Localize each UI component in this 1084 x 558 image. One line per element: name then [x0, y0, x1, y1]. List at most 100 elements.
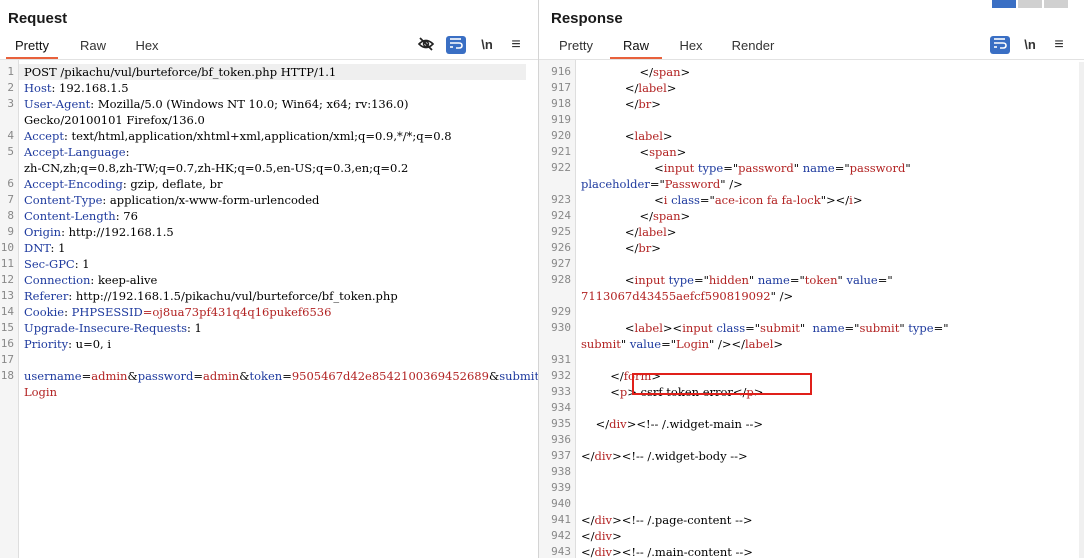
- code-token: zh-CN,zh;q=0.8,zh-TW;q=0.7,zh-HK;q=0.5,e…: [24, 161, 409, 175]
- code-token: =": [649, 177, 665, 191]
- code-token: :: [64, 305, 72, 319]
- layout-button-3[interactable]: [1044, 0, 1068, 8]
- menu-icon[interactable]: ≡: [506, 36, 526, 54]
- code-token: Accept: [24, 129, 64, 143]
- code-line: POST /pikachu/vul/burteforce/bf_token.ph…: [24, 64, 336, 80]
- code-token: =": [933, 321, 949, 335]
- code-token: : keep-alive: [90, 273, 158, 287]
- code-token: >: [773, 337, 784, 351]
- line-number: 7: [7, 193, 14, 206]
- code-token: &: [239, 369, 250, 383]
- line-number: 8: [7, 209, 14, 222]
- code-token: span: [649, 145, 677, 159]
- line-number: 2: [7, 81, 14, 94]
- tab-raw[interactable]: Raw: [610, 37, 662, 60]
- layout-button-1[interactable]: [992, 0, 1016, 8]
- tab-raw[interactable]: Raw: [76, 37, 110, 57]
- code-token: =oj8ua73pf431q4q16pukef6536: [142, 305, 332, 319]
- code-token: admin: [203, 369, 240, 383]
- line-number: 934: [551, 401, 571, 414]
- vertical-scrollbar[interactable]: [1079, 62, 1084, 558]
- code-token: input: [682, 321, 713, 335]
- code-token: : http://192.168.1.5: [61, 225, 174, 239]
- code-line: submit" value="Login" /></label>: [581, 336, 783, 352]
- code-token: div: [594, 513, 613, 527]
- code-token: =": [834, 161, 850, 175]
- code-token: :: [125, 145, 130, 159]
- code-token: Origin: [24, 225, 62, 239]
- line-number: 11: [0, 257, 14, 270]
- code-line: </div><!-- /.widget-body -->: [581, 448, 748, 464]
- response-editor[interactable]: 916 </span> 917 </label> 918 </br> 919 920 <…: [539, 60, 1084, 558]
- code-token: name: [812, 321, 845, 335]
- code-token: >: [680, 65, 691, 79]
- code-token: </: [581, 225, 639, 239]
- tab-pretty[interactable]: Pretty: [6, 37, 58, 60]
- code-line: 7113067d43455aefcf590819092" />: [581, 288, 793, 304]
- code-token: hidden: [708, 273, 749, 287]
- code-token: Accept-Language: [24, 145, 126, 159]
- code-line: Accept: text/html,application/xhtml+xml,…: [24, 128, 452, 144]
- wrap-icon[interactable]: [990, 36, 1010, 54]
- code-token: Gecko/20100101 Firefox/136.0: [24, 113, 205, 127]
- newline-toggle[interactable]: \n: [1020, 36, 1040, 54]
- request-editor[interactable]: 1 POST /pikachu/vul/burteforce/bf_token.p…: [0, 60, 538, 558]
- code-token: submit: [581, 337, 621, 351]
- line-number: 6: [7, 177, 14, 190]
- code-token: ace-icon fa fa-lock: [714, 193, 821, 207]
- newline-toggle[interactable]: \n: [477, 36, 497, 54]
- code-token: =: [81, 369, 92, 383]
- line-number: 938: [551, 465, 571, 478]
- code-line: </br>: [581, 240, 661, 256]
- tab-pretty[interactable]: Pretty: [550, 37, 602, 57]
- code-token: =: [282, 369, 292, 383]
- code-token: username: [24, 369, 82, 383]
- line-number: 1: [7, 65, 14, 78]
- line-number: 929: [551, 305, 571, 318]
- code-token: input: [634, 273, 665, 287]
- code-token: <: [581, 193, 664, 207]
- tab-hex[interactable]: Hex: [674, 37, 708, 57]
- code-token: >: [666, 81, 677, 95]
- code-token: >: [662, 129, 673, 143]
- code-token: : http://192.168.1.5/pikachu/vul/burtefo…: [68, 289, 398, 303]
- code-token: : 76: [115, 209, 138, 223]
- code-token: 7113067d43455aefcf590819092: [581, 289, 771, 303]
- code-line: username=admin&password=admin&token=9505…: [24, 368, 538, 384]
- tab-hex[interactable]: Hex: [132, 37, 162, 57]
- line-number: 13: [0, 289, 14, 302]
- code-token: token: [804, 273, 838, 287]
- code-token: >: [666, 225, 677, 239]
- code-line: Gecko/20100101 Firefox/136.0: [24, 112, 205, 128]
- line-number: [0, 160, 14, 176]
- code-token: =": [723, 161, 739, 175]
- code-line: </div>: [581, 528, 622, 544]
- code-token: " />: [770, 289, 794, 303]
- code-token: label: [745, 337, 774, 351]
- code-token: span: [653, 65, 681, 79]
- code-token: type: [697, 161, 724, 175]
- tab-render[interactable]: Render: [728, 37, 778, 57]
- line-number: [0, 384, 14, 400]
- code-line: </label>: [581, 80, 677, 96]
- layout-button-2[interactable]: [1018, 0, 1042, 8]
- code-token: <: [581, 161, 664, 175]
- line-number: 941: [551, 513, 571, 526]
- line-number: 10: [0, 241, 14, 254]
- line-number: 9: [7, 225, 14, 238]
- code-token: </: [581, 417, 610, 431]
- line-number: 937: [551, 449, 571, 462]
- wrap-icon[interactable]: [446, 36, 466, 54]
- menu-icon[interactable]: ≡: [1049, 36, 1069, 54]
- code-token: div: [594, 449, 613, 463]
- code-token: !-- /.widget-main -->: [645, 417, 764, 431]
- line-number: [539, 336, 571, 352]
- request-panel: Request Pretty Raw Hex \n ≡ 1 POST /pikac…: [0, 0, 539, 558]
- code-token: ": [748, 273, 758, 287]
- response-title: Response: [551, 10, 623, 27]
- eye-slash-icon[interactable]: [416, 36, 436, 54]
- code-token: value: [629, 337, 662, 351]
- code-line: <span>: [581, 144, 686, 160]
- line-number: 18: [0, 369, 14, 382]
- code-line: <input type="password" name="password": [581, 160, 911, 176]
